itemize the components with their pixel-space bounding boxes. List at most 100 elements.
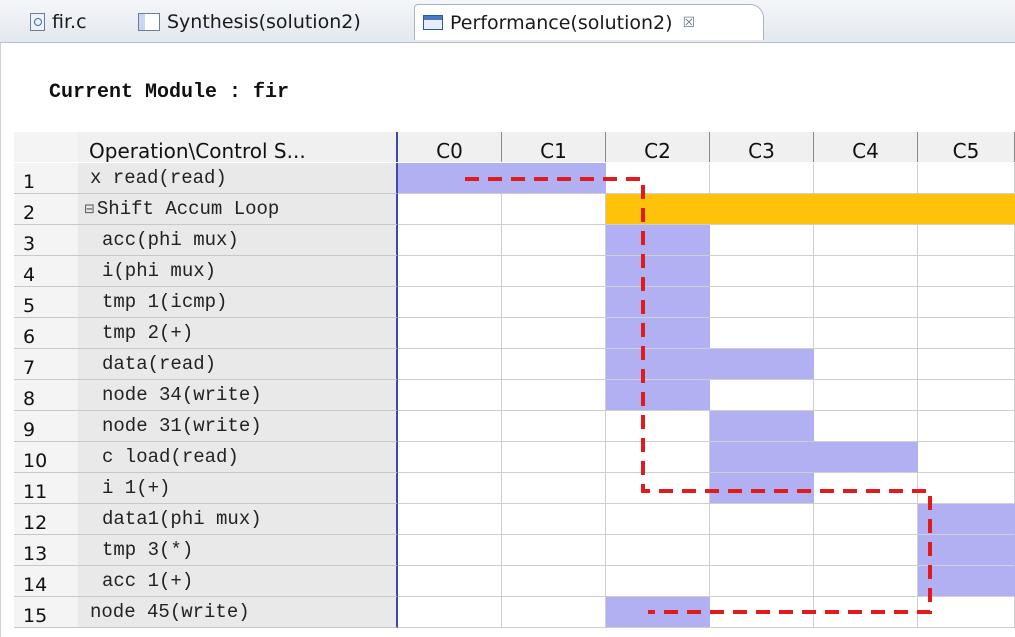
- operation-row-label[interactable]: i 1(+): [78, 473, 398, 504]
- scheduled-op-cell[interactable]: [710, 442, 814, 473]
- schedule-cell[interactable]: [398, 442, 502, 473]
- schedule-cell[interactable]: [814, 473, 918, 504]
- schedule-cell[interactable]: [918, 380, 1015, 411]
- step-header-c0[interactable]: C0: [398, 132, 502, 162]
- schedule-cell[interactable]: [606, 411, 710, 442]
- scheduled-op-cell[interactable]: [814, 442, 918, 473]
- schedule-cell[interactable]: [710, 380, 814, 411]
- scheduled-op-cell[interactable]: [398, 163, 502, 194]
- scheduled-op-cell[interactable]: [606, 318, 710, 349]
- scheduled-op-cell[interactable]: [710, 411, 814, 442]
- step-header-c4[interactable]: C4: [814, 132, 918, 162]
- schedule-cell[interactable]: [398, 194, 502, 225]
- scheduled-op-cell[interactable]: [502, 163, 606, 194]
- schedule-cell[interactable]: [398, 597, 502, 628]
- operation-row-label[interactable]: node 34(write): [78, 380, 398, 411]
- schedule-cell[interactable]: [710, 597, 814, 628]
- step-header-c1[interactable]: C1: [502, 132, 606, 162]
- schedule-cell[interactable]: [918, 442, 1015, 473]
- loop-span-cell[interactable]: [710, 194, 814, 225]
- operation-row-label[interactable]: tmp 2(+): [78, 318, 398, 349]
- schedule-cell[interactable]: [918, 225, 1015, 256]
- schedule-cell[interactable]: [398, 504, 502, 535]
- schedule-cell[interactable]: [502, 504, 606, 535]
- schedule-cell[interactable]: [918, 597, 1015, 628]
- close-icon[interactable]: ☒: [683, 15, 696, 31]
- operation-row-label[interactable]: node 45(write): [78, 597, 398, 628]
- operation-row-label[interactable]: c load(read): [78, 442, 398, 473]
- operation-row-label[interactable]: i(phi mux): [78, 256, 398, 287]
- operation-row-label[interactable]: x read(read): [78, 163, 398, 194]
- schedule-cell[interactable]: [502, 349, 606, 380]
- operation-row-label[interactable]: tmp 1(icmp): [78, 287, 398, 318]
- schedule-cell[interactable]: [710, 225, 814, 256]
- scheduled-op-cell[interactable]: [918, 535, 1015, 566]
- schedule-cell[interactable]: [398, 473, 502, 504]
- schedule-cell[interactable]: [814, 380, 918, 411]
- schedule-cell[interactable]: [606, 504, 710, 535]
- scheduled-op-cell[interactable]: [606, 225, 710, 256]
- operation-row-label[interactable]: data(read): [78, 349, 398, 380]
- schedule-cell[interactable]: [502, 256, 606, 287]
- scheduled-op-cell[interactable]: [710, 473, 814, 504]
- tab-fir-c[interactable]: fir.c: [22, 4, 110, 40]
- schedule-cell[interactable]: [814, 256, 918, 287]
- schedule-cell[interactable]: [918, 473, 1015, 504]
- schedule-cell[interactable]: [918, 349, 1015, 380]
- schedule-cell[interactable]: [398, 225, 502, 256]
- scheduled-op-cell[interactable]: [606, 380, 710, 411]
- schedule-cell[interactable]: [502, 380, 606, 411]
- schedule-cell[interactable]: [398, 566, 502, 597]
- schedule-cell[interactable]: [398, 318, 502, 349]
- schedule-cell[interactable]: [502, 566, 606, 597]
- tab-synthesis-solution2[interactable]: Synthesis(solution2): [130, 4, 392, 40]
- loop-span-cell[interactable]: [606, 194, 710, 225]
- schedule-cell[interactable]: [814, 566, 918, 597]
- schedule-cell[interactable]: [606, 473, 710, 504]
- loop-span-cell[interactable]: [918, 194, 1015, 225]
- schedule-cell[interactable]: [502, 442, 606, 473]
- scheduled-op-cell[interactable]: [606, 287, 710, 318]
- scheduled-op-cell[interactable]: [918, 504, 1015, 535]
- step-header-c5[interactable]: C5: [918, 132, 1015, 162]
- schedule-cell[interactable]: [814, 504, 918, 535]
- schedule-cell[interactable]: [814, 318, 918, 349]
- schedule-cell[interactable]: [814, 163, 918, 194]
- operation-row-label[interactable]: acc 1(+): [78, 566, 398, 597]
- schedule-cell[interactable]: [502, 318, 606, 349]
- schedule-cell[interactable]: [398, 411, 502, 442]
- schedule-cell[interactable]: [398, 256, 502, 287]
- schedule-cell[interactable]: [606, 163, 710, 194]
- scheduled-op-cell[interactable]: [606, 597, 710, 628]
- schedule-cell[interactable]: [710, 504, 814, 535]
- schedule-cell[interactable]: [814, 597, 918, 628]
- schedule-cell[interactable]: [814, 535, 918, 566]
- scheduled-op-cell[interactable]: [710, 349, 814, 380]
- schedule-cell[interactable]: [398, 287, 502, 318]
- schedule-cell[interactable]: [502, 473, 606, 504]
- schedule-cell[interactable]: [502, 411, 606, 442]
- schedule-cell[interactable]: [398, 535, 502, 566]
- schedule-cell[interactable]: [710, 287, 814, 318]
- schedule-cell[interactable]: [814, 225, 918, 256]
- schedule-cell[interactable]: [606, 566, 710, 597]
- schedule-cell[interactable]: [918, 318, 1015, 349]
- schedule-cell[interactable]: [502, 287, 606, 318]
- operation-row-label[interactable]: node 31(write): [78, 411, 398, 442]
- schedule-cell[interactable]: [918, 287, 1015, 318]
- schedule-cell[interactable]: [502, 225, 606, 256]
- schedule-cell[interactable]: [918, 256, 1015, 287]
- step-header-c3[interactable]: C3: [710, 132, 814, 162]
- schedule-cell[interactable]: [918, 163, 1015, 194]
- operation-row-label[interactable]: tmp 3(*): [78, 535, 398, 566]
- schedule-cell[interactable]: [814, 287, 918, 318]
- schedule-cell[interactable]: [918, 411, 1015, 442]
- schedule-cell[interactable]: [502, 597, 606, 628]
- schedule-cell[interactable]: [710, 566, 814, 597]
- schedule-cell[interactable]: [398, 349, 502, 380]
- operation-row-label[interactable]: acc(phi mux): [78, 225, 398, 256]
- schedule-cell[interactable]: [606, 442, 710, 473]
- schedule-cell[interactable]: [710, 163, 814, 194]
- schedule-cell[interactable]: [710, 318, 814, 349]
- schedule-cell[interactable]: [814, 411, 918, 442]
